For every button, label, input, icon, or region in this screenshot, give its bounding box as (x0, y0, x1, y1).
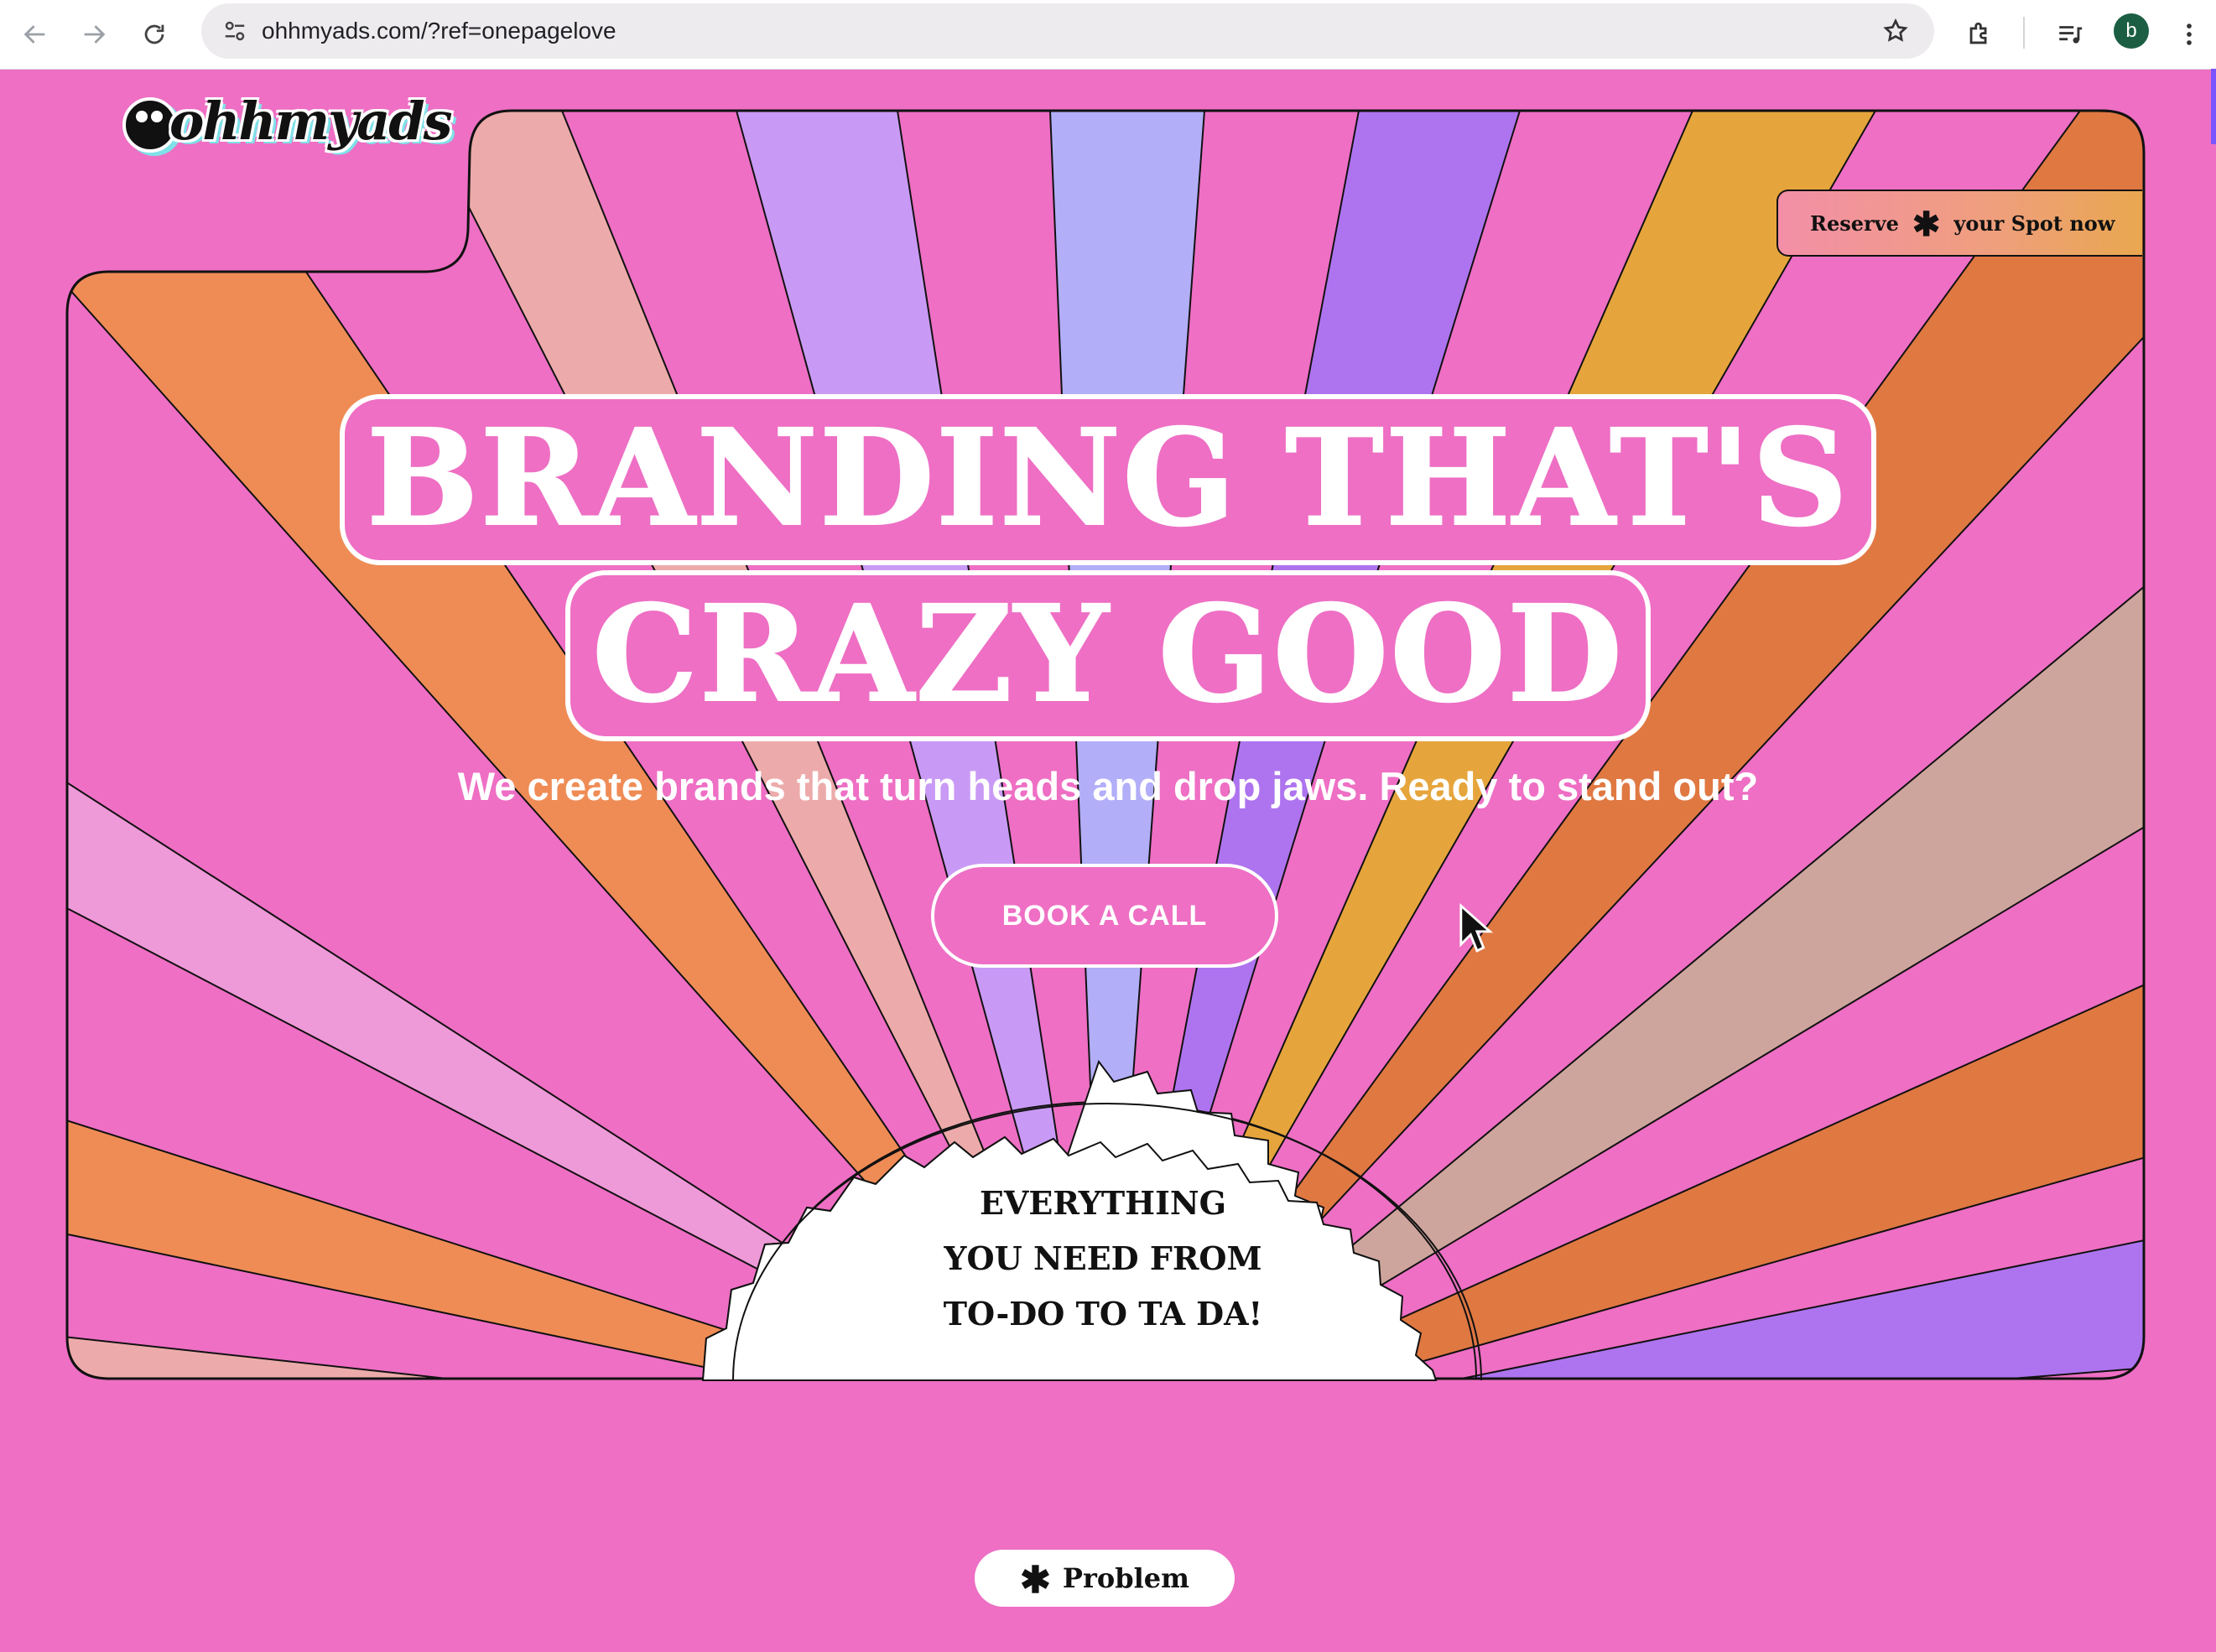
brand-logo[interactable]: ohhmyads (122, 91, 453, 159)
headline-line-2: CRAZY GOOD (0, 570, 2216, 741)
reserve-label-left: Reserve (1810, 210, 1899, 236)
badge-line-1: EVERYTHING (979, 1184, 1227, 1222)
hero-subline: We create brands that turn heads and dro… (457, 764, 1759, 808)
headline-line-1: BRANDING THAT'S (0, 394, 2216, 565)
section-pill-label: Problem (1062, 1562, 1189, 1594)
badge-text: EVERYTHING YOU NEED FROM TO-DO TO TA DA! (847, 1176, 1359, 1342)
badge-line-2: YOU NEED FROM (944, 1239, 1262, 1277)
reserve-spot-button[interactable]: Reserve ✱ your Spot now (1776, 190, 2142, 257)
section-pill-problem[interactable]: ✱ Problem (975, 1550, 1235, 1607)
mouse-cursor-icon (1459, 902, 1494, 953)
reserve-label-right: your Spot now (1953, 210, 2115, 236)
book-call-button[interactable]: BOOK A CALL (931, 864, 1278, 968)
badge-line-3: TO-DO TO TA DA! (943, 1295, 1263, 1333)
asterisk-icon: ✱ (1020, 1559, 1051, 1602)
asterisk-icon: ✱ (1912, 205, 1941, 244)
logo-wordmark: ohhmyads (169, 91, 453, 152)
